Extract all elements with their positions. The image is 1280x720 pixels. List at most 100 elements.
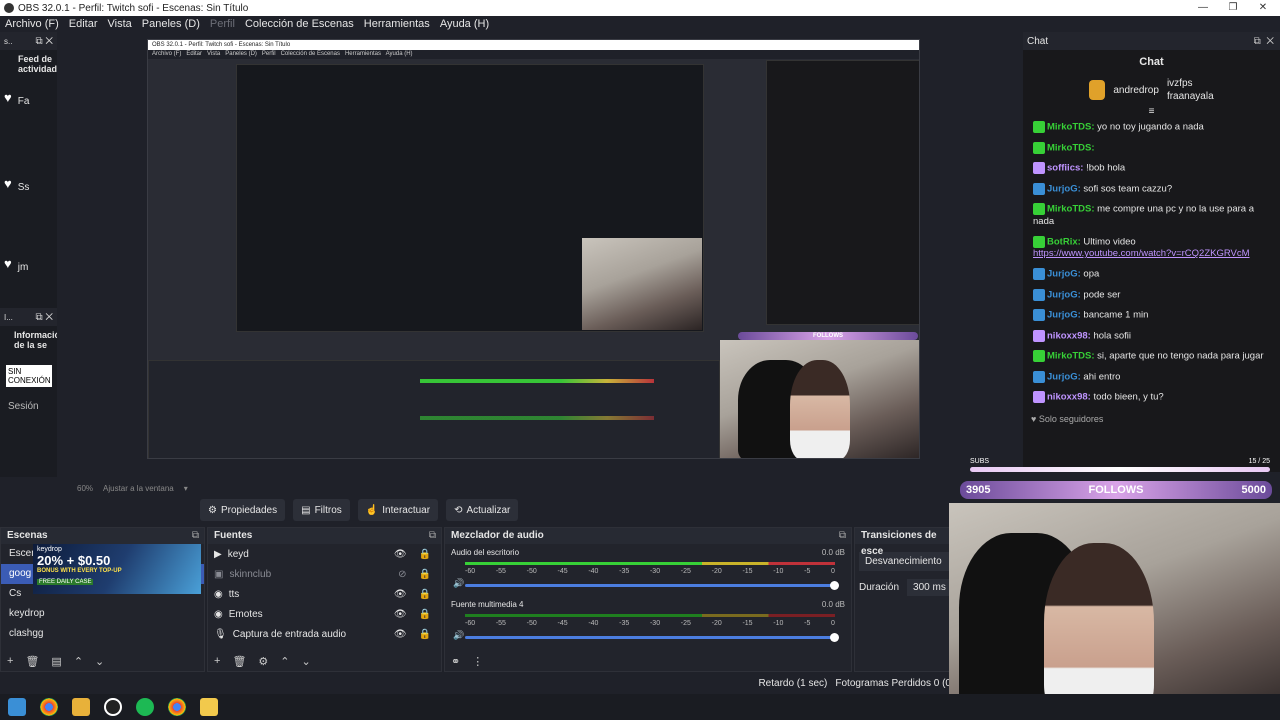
speaker-icon[interactable]: 🔊 — [453, 578, 464, 589]
chat-username[interactable]: JurjoG: — [1047, 183, 1081, 194]
chat-username[interactable]: JurjoG: — [1047, 310, 1081, 321]
globe-icon: ◉ — [214, 588, 223, 600]
status-bar: Retardo (1 sec) Fotogramas Perdidos 0 (0 — [0, 672, 955, 694]
chrome-icon[interactable] — [40, 698, 58, 716]
chat-username[interactable]: MirkoTDS: — [1047, 122, 1095, 133]
badge-icon — [1033, 235, 1045, 248]
source-item[interactable]: ◉ Emotes 👁 🔒 — [208, 604, 441, 624]
chat-username[interactable]: MirkoTDS: — [1047, 351, 1095, 362]
eye-icon[interactable]: 👁 — [394, 609, 407, 620]
chat-username[interactable]: nikoxx98: — [1047, 392, 1091, 403]
minimize-icon[interactable]: — — [1188, 0, 1218, 16]
source-item[interactable]: ▣ skinnclub ⊘ 🔒 — [208, 564, 441, 584]
scene-controls: + 🗑 ▤ ⌃ ⌄ — [1, 655, 104, 668]
scene-item[interactable]: clashgg — [1, 624, 204, 644]
badge-icon — [1033, 329, 1045, 342]
eye-icon[interactable]: 👁 — [394, 549, 407, 560]
volume-slider[interactable] — [465, 581, 839, 590]
folder-icon[interactable] — [72, 698, 90, 716]
menu-dots-icon[interactable]: ⋮ — [472, 655, 483, 668]
source-item[interactable]: ◉ tts 👁 🔒 — [208, 584, 441, 604]
lock-icon[interactable]: 🔒 — [419, 569, 431, 580]
close-icon[interactable]: ⧉ ✕ — [35, 312, 57, 323]
source-item[interactable]: 🎙 Captura de entrada audio 👁 🔒 — [208, 624, 441, 644]
filters-button[interactable]: ▤ Filtros — [293, 499, 350, 521]
lock-icon[interactable]: 🔒 — [419, 629, 431, 640]
refresh-button[interactable]: ⟲ Actualizar — [446, 499, 519, 521]
menu-editar[interactable]: Editar — [69, 18, 98, 30]
trash-icon[interactable]: 🗑 — [25, 655, 39, 668]
zoom-level[interactable]: 60% — [77, 484, 93, 493]
badge-icon — [1033, 182, 1045, 195]
up-icon[interactable]: ⌃ — [74, 655, 83, 668]
chat-username[interactable]: soffiics: — [1047, 163, 1083, 174]
down-icon[interactable]: ⌄ — [302, 655, 311, 668]
eye-icon[interactable]: 👁 — [394, 589, 407, 600]
zoom-row: 60% Ajustar a la ventana ▾ — [57, 481, 1010, 495]
feed-dock-header: s.. ⧉ ✕ — [0, 32, 57, 50]
window-titlebar: OBS 32.0.1 - Perfil: Twitch sofi - Escen… — [0, 0, 1280, 16]
chat-username[interactable]: JurjoG: — [1047, 289, 1081, 300]
menu-herramientas[interactable]: Herramientas — [364, 18, 430, 30]
heart-icon: ♥ — [4, 90, 12, 105]
nested-chat — [766, 60, 919, 325]
popout-icon[interactable]: ⧉ — [839, 528, 851, 544]
spotify-icon[interactable] — [136, 698, 154, 716]
menu-paneles[interactable]: Paneles (D) — [142, 18, 200, 30]
duration-input[interactable]: 300 ms — [907, 579, 952, 596]
feed-title: Feed de actividad — [18, 54, 58, 74]
channel-name: Fuente multimedia 4 — [451, 600, 524, 609]
gear-icon[interactable]: ⚙ — [258, 655, 268, 668]
maximize-icon[interactable]: ❐ — [1218, 0, 1248, 16]
chat-username[interactable]: JurjoG: — [1047, 269, 1081, 280]
down-icon[interactable]: ⌄ — [95, 655, 104, 668]
chat-username[interactable]: BotRix: — [1047, 236, 1081, 247]
volume-meter — [465, 614, 835, 617]
menu-ayuda[interactable]: Ayuda (H) — [440, 18, 489, 30]
collapse-icon[interactable]: ≡ — [1023, 106, 1280, 117]
filter-icon[interactable]: ▤ — [51, 655, 61, 668]
menu-perfil[interactable]: Perfil — [210, 18, 235, 30]
menu-archivo[interactable]: Archivo (F) — [5, 18, 59, 30]
popout-icon[interactable]: ⧉ — [429, 528, 441, 544]
properties-button[interactable]: ⚙ Propiedades — [200, 499, 286, 521]
windows-start-icon[interactable] — [8, 698, 26, 716]
chat-message: MirkoTDS: me compre una pc y no la use p… — [1023, 199, 1280, 232]
lock-icon[interactable]: 🔒 — [419, 589, 431, 600]
menu-coleccion[interactable]: Colección de Escenas — [245, 18, 354, 30]
chrome-icon[interactable] — [168, 698, 186, 716]
chevron-down-icon[interactable]: ▾ — [184, 484, 188, 493]
scene-item[interactable]: keydrop — [1, 604, 204, 624]
lock-icon[interactable]: 🔒 — [419, 609, 431, 620]
popout-icon[interactable]: ⧉ — [192, 528, 204, 544]
speaker-icon[interactable]: 🔊 — [453, 630, 464, 641]
app-icon[interactable] — [200, 698, 218, 716]
link-icon[interactable]: ⚭ — [451, 655, 460, 668]
chat-username[interactable]: nikoxx98: — [1047, 330, 1091, 341]
menu-vista[interactable]: Vista — [108, 18, 132, 30]
obs-icon[interactable] — [104, 698, 122, 716]
source-item[interactable]: ▶ keyd 👁 🔒 — [208, 544, 441, 564]
chat-username[interactable]: MirkoTDS: — [1047, 142, 1095, 153]
popout-close-icon[interactable]: ⧉ ✕ — [1254, 36, 1280, 47]
eye-icon[interactable]: 👁 — [394, 629, 407, 640]
add-icon[interactable]: + — [214, 655, 220, 668]
nested-title: OBS 32.0.1 - Perfil: Twitch sofi - Escen… — [148, 40, 919, 50]
chat-username[interactable]: JurjoG: — [1047, 371, 1081, 382]
lock-icon[interactable]: 🔒 — [419, 549, 431, 560]
leaderboard: andredrop ivzfps fraanayala — [1023, 78, 1280, 102]
chat-link[interactable]: https://www.youtube.com/watch?v=rCQ2ZKGR… — [1033, 248, 1250, 259]
sources-dock: Fuentes ⧉ ▶ keyd 👁 🔒 ▣ skinnclub ⊘ 🔒 ◉ tts 👁 🔒 … — [207, 527, 442, 672]
up-icon[interactable]: ⌃ — [280, 655, 289, 668]
eye-hidden-icon[interactable]: ⊘ — [398, 569, 406, 580]
add-icon[interactable]: + — [7, 655, 13, 668]
session-label: Sesión — [8, 401, 39, 412]
channel-name: Audio del escritorio — [451, 548, 520, 557]
interact-button[interactable]: ☝ Interactuar — [357, 499, 439, 521]
chat-username[interactable]: MirkoTDS: — [1047, 204, 1095, 215]
close-icon[interactable]: ⧉ ✕ — [35, 36, 57, 47]
fit-window[interactable]: Ajustar a la ventana — [103, 484, 174, 493]
volume-slider[interactable] — [465, 633, 839, 642]
close-icon[interactable]: ✕ — [1248, 0, 1278, 16]
trash-icon[interactable]: 🗑 — [232, 655, 246, 668]
